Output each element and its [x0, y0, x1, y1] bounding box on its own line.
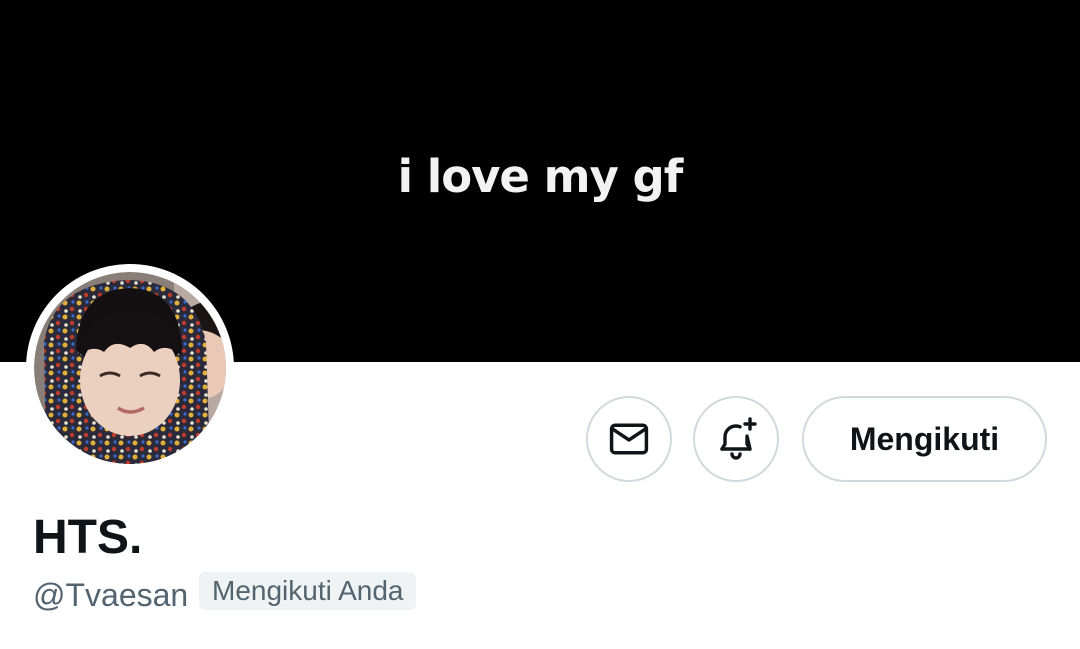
user-handle: @Tvaesan [33, 577, 189, 613]
following-button[interactable]: Mengikuti [802, 396, 1047, 482]
notify-button[interactable] [693, 396, 779, 482]
follows-you-badge: Mengikuti Anda [199, 572, 417, 610]
display-name: HTS. [33, 511, 143, 564]
message-button[interactable] [586, 396, 672, 482]
profile-page: i love my gf Mengikuti HTS. @Tvaesan Men… [0, 0, 1080, 649]
banner-text: i love my gf [397, 150, 684, 203]
bell-plus-icon [720, 417, 757, 460]
envelope-icon [609, 423, 649, 455]
avatar-photo [34, 272, 226, 464]
avatar[interactable] [26, 264, 234, 472]
